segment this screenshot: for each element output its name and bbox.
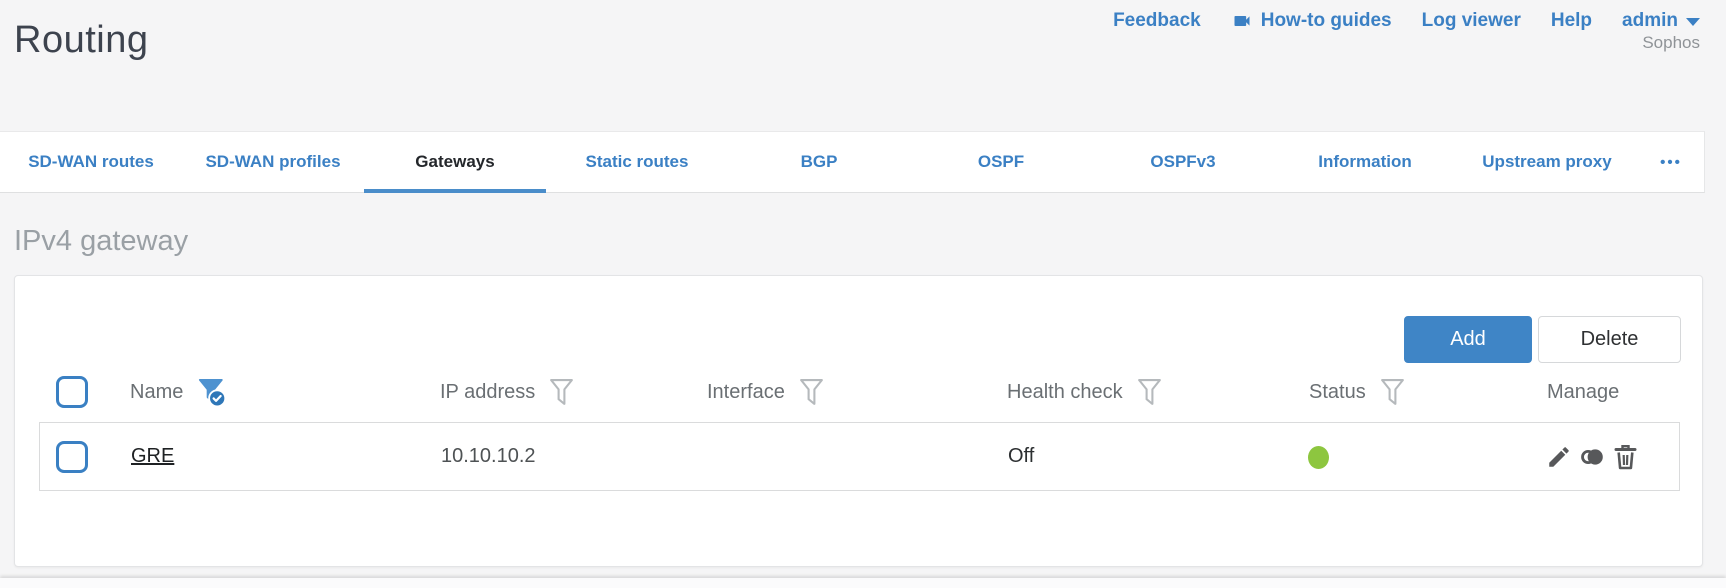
tab-ospfv3[interactable]: OSPFv3	[1092, 132, 1274, 192]
tab-gateways-label: Gateways	[415, 152, 495, 171]
column-health-check: Health check	[1007, 372, 1162, 412]
howto-guides-link[interactable]: How-to guides	[1231, 10, 1392, 32]
tab-gateways[interactable]: Gateways	[364, 132, 546, 193]
video-camera-icon	[1234, 16, 1250, 26]
help-label: Help	[1550, 10, 1593, 31]
filter-active-funnel-check-icon[interactable]	[197, 377, 227, 407]
tab-ospf[interactable]: OSPF	[910, 132, 1092, 192]
filter-funnel-icon[interactable]	[549, 378, 574, 407]
column-name: Name	[130, 372, 227, 412]
pencil-icon	[1549, 447, 1569, 467]
admin-label: admin	[1622, 10, 1678, 31]
page-title: Routing	[14, 19, 149, 62]
trash-icon	[1614, 445, 1637, 470]
log-viewer-label: Log viewer	[1421, 10, 1521, 31]
howto-guides-label: How-to guides	[1260, 10, 1392, 31]
select-all-checkbox[interactable]	[56, 376, 88, 408]
tab-sd-wan-profiles[interactable]: SD-WAN profiles	[182, 132, 364, 192]
active-tab-underline	[364, 189, 546, 193]
tab-bar: SD-WAN routes SD-WAN profiles Gateways S…	[0, 131, 1705, 193]
row-checkbox[interactable]	[56, 441, 88, 473]
edit-button[interactable]	[1546, 444, 1572, 470]
clone-icon	[1581, 449, 1603, 465]
admin-menu[interactable]: admin	[1622, 10, 1700, 32]
column-interface: Interface	[707, 372, 824, 412]
manage-actions	[1546, 444, 1638, 470]
gateway-name-link[interactable]: GRE	[131, 423, 174, 490]
column-name-label: Name	[130, 381, 184, 403]
gateway-ip-value: 10.10.10.2	[441, 445, 536, 467]
feedback-link[interactable]: Feedback	[1113, 10, 1201, 32]
caret-down-icon	[1686, 18, 1700, 26]
tab-sd-wan-routes[interactable]: SD-WAN routes	[0, 132, 182, 192]
filter-funnel-icon[interactable]	[799, 378, 824, 407]
column-manage: Manage	[1547, 372, 1619, 412]
tab-more-button[interactable]: •••	[1638, 132, 1704, 192]
table-row: GRE 10.10.10.2 Off	[39, 422, 1680, 491]
help-link[interactable]: Help	[1551, 10, 1592, 32]
column-status-label: Status	[1309, 381, 1366, 403]
status-green-dot-icon	[1308, 446, 1329, 469]
column-interface-label: Interface	[707, 381, 785, 403]
page-bottom-edge	[0, 578, 1726, 588]
filter-funnel-icon[interactable]	[1380, 378, 1405, 407]
tab-information[interactable]: Information	[1274, 132, 1456, 192]
tab-static-routes[interactable]: Static routes	[546, 132, 728, 192]
delete-row-button[interactable]	[1613, 444, 1638, 470]
log-viewer-link[interactable]: Log viewer	[1422, 10, 1521, 32]
delete-button[interactable]: Delete	[1538, 316, 1681, 363]
column-ip-address: IP address	[440, 372, 574, 412]
tab-upstream-proxy[interactable]: Upstream proxy	[1456, 132, 1638, 192]
column-status: Status	[1309, 372, 1405, 412]
brand-label: Sophos	[1642, 33, 1700, 52]
feedback-label: Feedback	[1113, 10, 1201, 31]
health-check-value: Off	[1008, 445, 1035, 467]
ipv4-gateway-panel: Add Delete Name IP address Interface Hea…	[14, 275, 1703, 567]
section-heading: IPv4 gateway	[14, 225, 189, 257]
tab-bgp[interactable]: BGP	[728, 132, 910, 192]
table-header: Name IP address Interface Health check S…	[15, 372, 1702, 412]
routing-page: Routing Feedback How-to guides Log viewe…	[0, 0, 1726, 588]
column-manage-label: Manage	[1547, 381, 1620, 403]
column-ip-address-label: IP address	[440, 381, 536, 403]
add-button[interactable]: Add	[1404, 316, 1532, 363]
top-nav: Feedback How-to guides Log viewer Help a…	[1113, 10, 1700, 32]
clone-button[interactable]	[1579, 444, 1606, 470]
column-health-check-label: Health check	[1007, 381, 1123, 403]
filter-funnel-icon[interactable]	[1137, 378, 1162, 407]
